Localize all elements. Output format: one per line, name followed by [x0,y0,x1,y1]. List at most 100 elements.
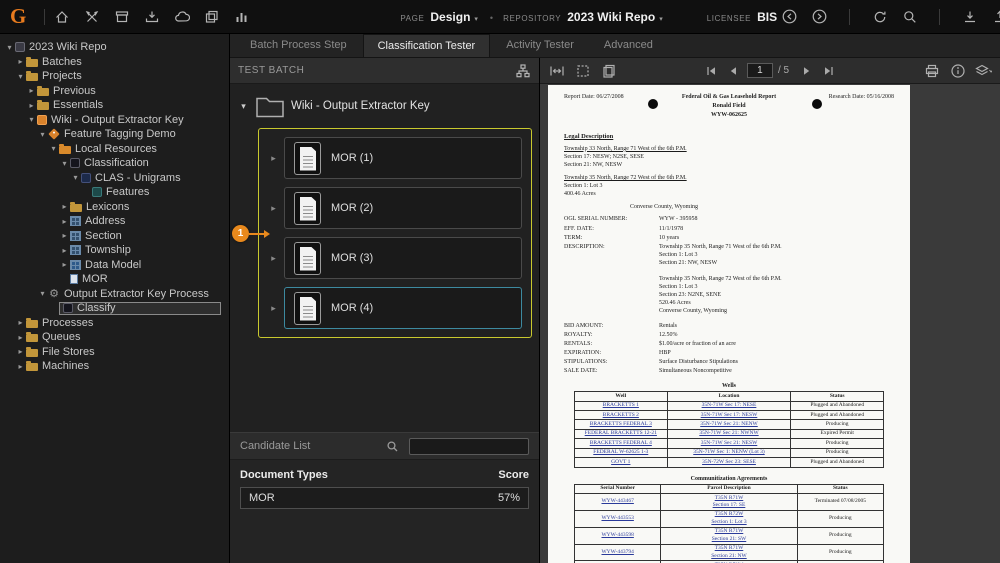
chevron-down-icon[interactable]: ▾ [48,144,59,153]
viewer-canvas[interactable]: Report Date: 06/27/2008 Federal Oil & Ga… [540,84,1000,563]
chevron-right-icon[interactable]: ▸ [26,101,37,110]
chevron-down-icon[interactable]: ▾ [37,130,48,139]
chevron-right-icon[interactable]: ▸ [268,153,279,164]
chevron-right-icon[interactable]: ▸ [268,203,279,214]
sidebar-item-clas-unigrams[interactable]: ▾ CLAS - Unigrams [0,171,229,186]
home-icon[interactable] [53,8,70,25]
chevron-down-icon[interactable]: ▾ [659,15,663,23]
cloud-icon[interactable] [173,8,190,25]
sidebar-item-processes[interactable]: ▸ Processes [0,316,229,331]
sidebar-item-township[interactable]: ▸ Township [0,243,229,258]
chevron-right-icon[interactable]: ▸ [268,303,279,314]
chevron-right-icon[interactable]: ▸ [59,246,70,255]
sidebar-item-output-extractor-key-process[interactable]: ▾ ⚙ Output Extractor Key Process [0,287,229,302]
document-icon [294,241,321,275]
stats-icon[interactable] [233,8,250,25]
folder-icon [26,361,38,372]
sidebar-item-lexicons[interactable]: ▸ Lexicons [0,200,229,215]
sidebar-item-previous[interactable]: ▸ Previous [0,84,229,99]
document-label: MOR (2) [331,202,374,214]
back-icon[interactable] [781,8,798,25]
candidate-search-input[interactable] [409,437,529,455]
tools-icon[interactable] [83,8,100,25]
print-icon[interactable] [923,62,940,79]
sidebar-item-2023-wiki-repo[interactable]: ▾ 2023 Wiki Repo [0,40,229,55]
sidebar-item-classify[interactable]: Classify [0,301,229,316]
forward-icon[interactable] [811,8,828,25]
previous-page-icon[interactable] [725,62,742,79]
fit-width-icon[interactable] [548,62,565,79]
sidebar-item-local-resources[interactable]: ▾ Local Resources [0,142,229,157]
upload-icon[interactable] [991,8,1000,25]
sidebar-item-section[interactable]: ▸ Section [0,229,229,244]
chevron-right-icon[interactable]: ▸ [15,57,26,66]
batch-root-folder[interactable]: ▾ Wiki - Output Extractor Key [238,94,531,118]
tab-classification-tester[interactable]: Classification Tester [362,34,491,57]
chevron-down-icon[interactable]: ▾ [59,159,70,168]
repository-value[interactable]: 2023 Wiki Repo [567,10,655,24]
view-options-icon[interactable] [975,62,992,79]
sidebar-item-file-stores[interactable]: ▸ File Stores [0,345,229,360]
search-icon[interactable] [901,8,918,25]
first-page-icon[interactable] [703,62,720,79]
chevron-right-icon[interactable]: ▸ [15,333,26,342]
candidate-row-mor[interactable]: MOR 57% [240,487,529,509]
sidebar-item-wiki-output-extractor-key[interactable]: ▾ Wiki - Output Extractor Key [0,113,229,128]
sidebar-item-label: Address [85,215,126,228]
sidebar-item-classification[interactable]: ▾ Classification [0,156,229,171]
divider [939,8,941,25]
sidebar-item-feature-tagging-demo[interactable]: ▾ Feature Tagging Demo [0,127,229,142]
sitemap-icon[interactable] [514,62,531,79]
sidebar-item-machines[interactable]: ▸ Machines [0,359,229,374]
tab-activity-tester[interactable]: Activity Tester [492,34,588,57]
last-page-icon[interactable] [820,62,837,79]
chevron-down-icon[interactable]: ▾ [4,43,15,52]
table-row: WYW-443794 T35N R71W Section 21: NW Produc… [573,543,885,562]
chevron-down-icon[interactable]: ▾ [238,101,249,112]
duplicate-icon[interactable] [203,8,220,25]
refresh-icon[interactable] [871,8,888,25]
document-card-mor-1[interactable]: MOR (1) [284,137,522,179]
sidebar-item-projects[interactable]: ▾ Projects [0,69,229,84]
search-icon[interactable] [384,438,401,455]
page-value[interactable]: Design [430,10,470,24]
sidebar-item-features[interactable]: Features [0,185,229,200]
import-box-icon[interactable] [143,8,160,25]
sidebar-item-mor[interactable]: MOR [0,272,229,287]
thumbnails-icon[interactable] [600,62,617,79]
sidebar-item-queues[interactable]: ▸ Queues [0,330,229,345]
chevron-right-icon[interactable]: ▸ [15,362,26,371]
tab-batch-process-step[interactable]: Batch Process Step [236,34,361,57]
chevron-down-icon[interactable]: ▾ [37,289,48,298]
document-page[interactable]: Report Date: 06/27/2008 Federal Oil & Ga… [548,85,910,563]
chevron-right-icon[interactable]: ▸ [59,231,70,240]
chevron-down-icon[interactable]: ▾ [26,115,37,124]
chevron-right-icon[interactable]: ▸ [26,86,37,95]
document-card-mor-3[interactable]: MOR (3) [284,237,522,279]
download-icon[interactable] [961,8,978,25]
batches-icon[interactable] [113,8,130,25]
chevron-right-icon[interactable]: ▸ [15,347,26,356]
document-card-mor-2[interactable]: MOR (2) [284,187,522,229]
document-card-mor-4[interactable]: MOR (4) [284,287,522,329]
chevron-down-icon[interactable]: ▾ [15,72,26,81]
chevron-right-icon[interactable]: ▸ [59,217,70,226]
chevron-right-icon[interactable]: ▸ [15,318,26,327]
sidebar-item-data-model[interactable]: ▸ Data Model [0,258,229,273]
chevron-down-icon[interactable]: ▾ [70,173,81,182]
info-icon[interactable] [949,62,966,79]
select-region-icon[interactable] [574,62,591,79]
tab-advanced[interactable]: Advanced [590,34,667,57]
page-navigation: / 5 [703,62,837,79]
sidebar-item-label: Classification [84,157,149,170]
chevron-right-icon[interactable]: ▸ [268,253,279,264]
sidebar-item-address[interactable]: ▸ Address [0,214,229,229]
sidebar-item-batches[interactable]: ▸ Batches [0,55,229,70]
page-number-input[interactable] [746,63,773,78]
chevron-down-icon[interactable]: ▾ [474,15,478,23]
next-page-icon[interactable] [798,62,815,79]
tag-icon [48,128,60,140]
sidebar-item-essentials[interactable]: ▸ Essentials [0,98,229,113]
chevron-right-icon[interactable]: ▸ [59,260,70,269]
chevron-right-icon[interactable]: ▸ [59,202,70,211]
